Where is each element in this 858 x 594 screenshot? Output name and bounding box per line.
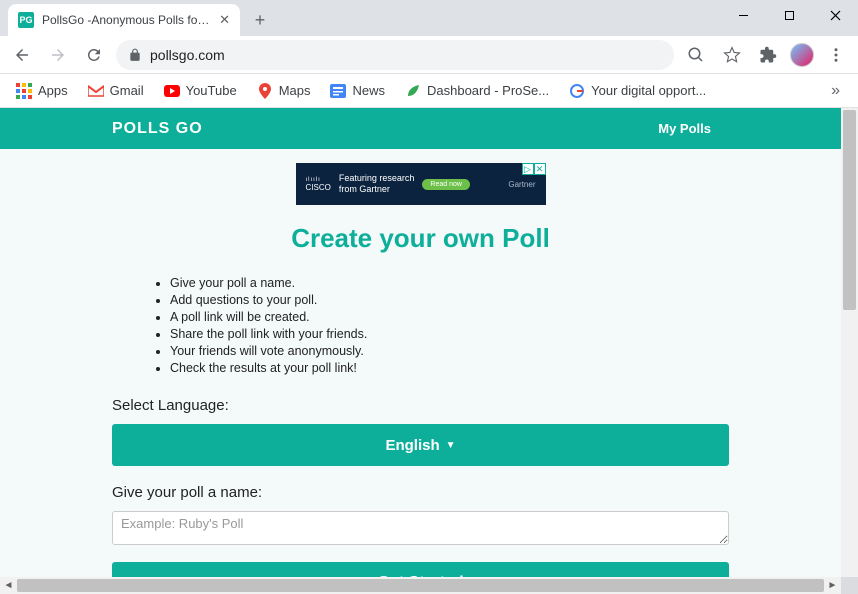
vertical-scrollbar[interactable] [841,108,858,577]
bookmark-digital[interactable]: Your digital opport... [561,79,714,103]
language-value: English [385,437,439,454]
window-controls [720,0,858,36]
get-started-button[interactable]: Get Started [112,562,729,577]
back-button[interactable] [8,41,36,69]
bookmark-maps[interactable]: Maps [249,79,319,103]
bookmark-label: Maps [279,83,311,98]
lock-icon [128,48,142,62]
ad-brand: ılıılı CISCO [306,177,331,192]
reload-button[interactable] [80,41,108,69]
scroll-left-icon[interactable]: ◄ [0,577,17,594]
maps-icon [257,83,273,99]
address-bar[interactable]: pollsgo.com [116,40,674,70]
bookmark-news[interactable]: News [322,79,393,103]
site-header: POLLS GO My Polls [0,108,841,149]
list-item: Check the results at your poll link! [170,361,729,375]
bookmark-star-icon[interactable] [718,41,746,69]
youtube-icon [164,83,180,99]
list-item: Share the poll link with your friends. [170,327,729,341]
ad-text: Featuring researchfrom Gartner [339,173,415,195]
extensions-icon[interactable] [754,41,782,69]
main-content: ılıılı CISCO Featuring researchfrom Gart… [0,149,841,577]
menu-icon[interactable] [822,41,850,69]
list-item: Your friends will vote anonymously. [170,344,729,358]
language-dropdown[interactable]: English ▼ [112,424,729,466]
bookmark-apps[interactable]: Apps [8,79,76,103]
tab-title: PollsGo -Anonymous Polls for W [42,13,211,27]
gmail-icon [88,83,104,99]
ad-banner[interactable]: ılıılı CISCO Featuring researchfrom Gart… [296,163,546,205]
ad-close-icon[interactable]: ✕ [534,163,546,175]
bookmark-label: YouTube [186,83,237,98]
tab-close-icon[interactable]: ✕ [219,12,230,28]
list-item: Add questions to your poll. [170,293,729,307]
poll-name-label: Give your poll a name: [112,484,729,501]
tab-favicon: PG [18,12,34,28]
viewport: POLLS GO My Polls ılıılı CISCO Featuring… [0,108,858,594]
scroll-right-icon[interactable]: ► [824,577,841,594]
bookmark-dashboard[interactable]: Dashboard - ProSe... [397,79,557,103]
news-icon [330,83,346,99]
bookmark-label: Apps [38,83,68,98]
scrollbar-thumb[interactable] [843,110,856,310]
window-titlebar: PG PollsGo -Anonymous Polls for W ✕ + [0,0,858,36]
page-title: Create your own Poll [112,223,729,254]
ad-partner: Gartner [508,180,535,189]
bookmark-label: Dashboard - ProSe... [427,83,549,98]
ad-controls: ▷ ✕ [522,163,546,175]
my-polls-link[interactable]: My Polls [658,121,711,136]
scrollbar-thumb[interactable] [17,579,824,592]
browser-toolbar: pollsgo.com [0,36,858,74]
bookmark-label: News [352,83,385,98]
url-text: pollsgo.com [150,47,662,63]
page-content: POLLS GO My Polls ılıılı CISCO Featuring… [0,108,841,577]
google-icon [569,83,585,99]
apps-grid-icon [16,83,32,99]
site-logo[interactable]: POLLS GO [112,120,203,138]
profile-avatar[interactable] [790,43,814,67]
ad-info-icon[interactable]: ▷ [522,163,534,175]
bookmark-label: Your digital opport... [591,83,706,98]
bookmark-label: Gmail [110,83,144,98]
bookmarks-overflow-icon[interactable]: » [821,78,850,104]
ad-cta-button[interactable]: Read now [422,179,470,190]
language-label: Select Language: [112,397,729,414]
bookmark-youtube[interactable]: YouTube [156,79,245,103]
new-tab-button[interactable]: + [246,6,274,34]
browser-tab[interactable]: PG PollsGo -Anonymous Polls for W ✕ [8,4,240,36]
list-item: Give your poll a name. [170,276,729,290]
leaf-icon [405,83,421,99]
minimize-button[interactable] [720,0,766,30]
chevron-down-icon: ▼ [446,440,456,451]
scroll-corner [841,577,858,594]
zoom-icon[interactable] [682,41,710,69]
horizontal-scrollbar[interactable]: ◄ ► [0,577,841,594]
forward-button [44,41,72,69]
bookmarks-bar: Apps Gmail YouTube Maps News Dashboard -… [0,74,858,108]
maximize-button[interactable] [766,0,812,30]
bookmark-gmail[interactable]: Gmail [80,79,152,103]
close-window-button[interactable] [812,0,858,30]
poll-name-input[interactable] [112,511,729,545]
list-item: A poll link will be created. [170,310,729,324]
instructions-list: Give your poll a name. Add questions to … [170,276,729,375]
